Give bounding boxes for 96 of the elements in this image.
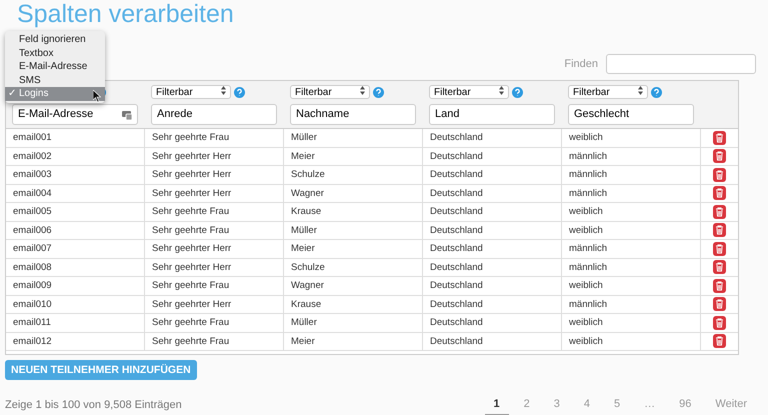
table-cell: Schulze xyxy=(284,258,423,276)
table-cell: weiblich xyxy=(562,222,701,239)
filter-select[interactable]: Filterbar xyxy=(429,85,509,99)
table-cell: email003 xyxy=(6,166,145,184)
menu-item[interactable]: Textbox xyxy=(5,46,105,60)
entries-summary: Zeige 1 bis 100 von 9,508 Einträgen xyxy=(5,398,182,410)
table-cell: Sehr geehrte Frau xyxy=(145,129,284,146)
table-cell: email004 xyxy=(6,184,145,202)
table-cell: weiblich xyxy=(562,332,701,350)
column-field[interactable]: E-Mail-Adresse xyxy=(12,104,138,125)
table-cell: Deutschland xyxy=(423,314,562,332)
updown-icon xyxy=(221,86,226,95)
menu-item[interactable]: Feld ignorieren xyxy=(5,33,105,46)
table-cell: männlich xyxy=(562,296,701,313)
table-cell: email009 xyxy=(6,277,145,294)
table-cell: email002 xyxy=(6,148,145,165)
table-cell: Krause xyxy=(284,296,423,313)
table-cell: email001 xyxy=(6,129,145,146)
page-link[interactable]: 1 xyxy=(484,394,509,415)
delete-icon[interactable] xyxy=(713,242,726,256)
table-cell: männlich xyxy=(562,258,701,276)
delete-icon[interactable] xyxy=(713,168,726,182)
table-cell: Krause xyxy=(284,203,423,220)
table-cell: männlich xyxy=(562,166,701,184)
table-cell: email006 xyxy=(6,222,145,239)
table-cell: Müller xyxy=(284,314,423,332)
table-cell: weiblich xyxy=(562,203,701,220)
table-cell: Wagner xyxy=(284,184,423,202)
column-field[interactable]: Geschlecht xyxy=(568,104,694,125)
table-cell: Müller xyxy=(284,129,423,146)
table-cell: Deutschland xyxy=(423,184,562,202)
table-cell: Deutschland xyxy=(423,148,562,165)
table-cell: männlich xyxy=(562,240,701,258)
column-field[interactable]: Nachname xyxy=(290,104,416,125)
table-cell: Sehr geehrter Herr xyxy=(145,148,284,165)
table-cell: männlich xyxy=(562,184,701,202)
search-field[interactable] xyxy=(606,54,756,74)
table-cell: Deutschland xyxy=(423,240,562,258)
table-cell: Sehr geehrte Frau xyxy=(145,203,284,220)
table-cell: Sehr geehrter Herr xyxy=(145,296,284,313)
delete-icon[interactable] xyxy=(713,149,726,164)
table-cell: email005 xyxy=(6,203,145,220)
table-cell: Wagner xyxy=(284,277,423,294)
table-cell: Deutschland xyxy=(423,332,562,350)
delete-icon[interactable] xyxy=(713,130,726,145)
table-cell: männlich xyxy=(562,148,701,165)
table-cell: email012 xyxy=(6,332,145,350)
table-cell: Deutschland xyxy=(423,296,562,313)
table-cell: Sehr geehrte Frau xyxy=(145,277,284,294)
table-cell: weiblich xyxy=(562,129,701,146)
page-title: Spalten verarbeiten xyxy=(17,0,234,29)
delete-icon[interactable] xyxy=(713,186,726,200)
updown-icon xyxy=(638,86,643,95)
table-cell: Deutschland xyxy=(423,222,562,239)
table-cell: Deutschland xyxy=(423,277,562,294)
delete-icon[interactable] xyxy=(713,278,726,293)
table-cell: Sehr geehrte Frau xyxy=(145,314,284,332)
table-cell: Meier xyxy=(284,332,423,350)
table-cell: Schulze xyxy=(284,166,423,184)
updown-icon xyxy=(360,86,365,95)
filter-select[interactable]: Filterbar xyxy=(151,85,231,99)
table-cell: Sehr geehrter Herr xyxy=(145,240,284,258)
table-cell: Meier xyxy=(284,148,423,165)
table-cell: Sehr geehrter Herr xyxy=(145,184,284,202)
delete-icon[interactable] xyxy=(713,316,726,330)
table-cell: Deutschland xyxy=(423,203,562,220)
delete-icon[interactable] xyxy=(713,223,726,238)
column-field[interactable]: Anrede xyxy=(151,104,277,125)
table-cell: Deutschland xyxy=(423,258,562,276)
delete-icon[interactable] xyxy=(713,334,726,348)
table-cell: email011 xyxy=(6,314,145,332)
card-icon xyxy=(122,110,132,120)
table-cell: Sehr geehrte Frau xyxy=(145,222,284,239)
table-cell: Deutschland xyxy=(423,129,562,146)
delete-icon[interactable] xyxy=(713,297,726,312)
filter-select[interactable]: Filterbar xyxy=(290,85,370,99)
table-cell: Sehr geehrter Herr xyxy=(145,258,284,276)
table-cell: Müller xyxy=(284,222,423,239)
column-field[interactable]: Land xyxy=(429,104,555,125)
delete-icon[interactable] xyxy=(713,260,726,274)
menu-item[interactable]: SMS xyxy=(5,74,105,87)
filter-select[interactable]: Filterbar xyxy=(568,85,648,99)
table-cell: Sehr geehrte Frau xyxy=(145,332,284,350)
cursor-icon xyxy=(93,90,101,102)
menu-item[interactable]: E-Mail-Adresse xyxy=(5,60,105,74)
table-cell: email010 xyxy=(6,296,145,313)
delete-icon[interactable] xyxy=(713,204,726,219)
updown-icon xyxy=(499,86,504,95)
table-cell: email007 xyxy=(6,240,145,258)
table-cell: Meier xyxy=(284,240,423,258)
table-cell: Deutschland xyxy=(423,166,562,184)
table-cell: email008 xyxy=(6,258,145,276)
table-cell: Sehr geehrter Herr xyxy=(145,166,284,184)
table-cell: weiblich xyxy=(562,277,701,294)
search-label: Finden xyxy=(564,58,598,70)
table-cell: weiblich xyxy=(562,314,701,332)
